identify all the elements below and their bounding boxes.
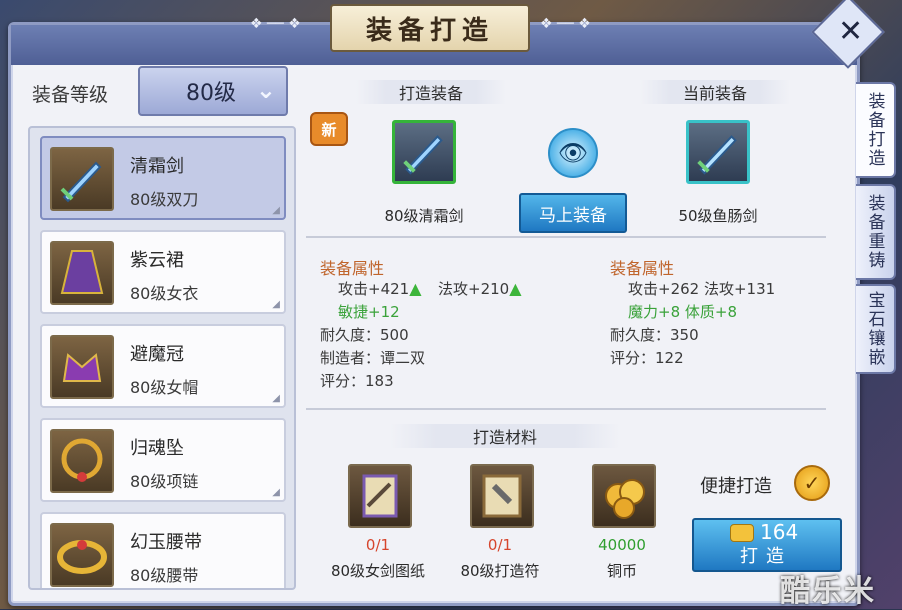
item-sub: 80级腰带 xyxy=(130,566,199,585)
quick-forge-label: 便捷打造 xyxy=(700,476,772,497)
attr-score-current: 评分：122 xyxy=(610,349,684,367)
item-name: 幻玉腰带 xyxy=(130,532,202,553)
list-item[interactable]: 幻玉腰带 80级腰带 xyxy=(40,512,286,588)
new-badge: 新 xyxy=(310,112,348,146)
attr-agility: 敏捷+12 xyxy=(338,303,400,321)
robe-icon xyxy=(50,241,114,305)
arrow-up-icon: ▲ xyxy=(409,279,422,298)
list-item[interactable]: 清霜剑 80级双刀 ◢ xyxy=(40,136,286,220)
craft-equip-name: 80级清霜剑 xyxy=(384,207,464,225)
preview-eye-button[interactable]: 👁 xyxy=(548,128,598,178)
quick-forge-checkbox[interactable]: ✓ xyxy=(794,465,830,501)
current-equip-slot[interactable] xyxy=(686,120,750,184)
material-name: 80级打造符 xyxy=(460,562,540,580)
corner-ornament: ◢ xyxy=(272,299,280,310)
window-title: 装备打造 xyxy=(330,4,530,52)
material-slot[interactable] xyxy=(348,464,412,528)
material-count: 40000 xyxy=(598,536,646,554)
forge-button-label: 打造 xyxy=(740,546,792,567)
materials-header: 打造材料 xyxy=(390,424,620,448)
list-item[interactable]: 紫云裙 80级女衣 ◢ xyxy=(40,230,286,314)
material-name: 80级女剑图纸 xyxy=(330,562,426,580)
forge-cost: 164 xyxy=(760,520,799,544)
item-sub: 80级女衣 xyxy=(130,284,199,303)
title-ornament-left: ❖ ── ❖ xyxy=(250,16,301,32)
forge-button[interactable]: 164 打造 xyxy=(692,518,842,572)
coins-icon xyxy=(605,479,645,519)
talisman-icon xyxy=(482,474,522,518)
tab-recast[interactable]: 装备重铸 xyxy=(856,184,896,280)
eye-icon: 👁 xyxy=(557,139,589,167)
current-attr-header: 装备属性 xyxy=(610,259,675,278)
sword-icon xyxy=(697,135,737,175)
craft-equip-slot[interactable] xyxy=(392,120,456,184)
item-list[interactable]: 清霜剑 80级双刀 ◢ 紫云裙 80级女衣 ◢ 避魔冠 80级女帽 ◢ 归魂坠 … xyxy=(28,126,296,590)
attr-score: 评分：183 xyxy=(320,372,394,390)
divider xyxy=(306,408,826,410)
item-name: 避魔冠 xyxy=(130,344,184,365)
item-name: 归魂坠 xyxy=(130,438,184,459)
item-sub: 80级女帽 xyxy=(130,378,199,397)
attr-durability-current: 耐久度：350 xyxy=(610,326,699,344)
crown-icon xyxy=(50,335,114,399)
item-name: 清霜剑 xyxy=(130,156,184,177)
sword-icon xyxy=(403,135,443,175)
level-value: 80级 xyxy=(186,81,236,106)
equip-now-button[interactable]: 马上装备 xyxy=(519,193,627,233)
ingot-icon xyxy=(730,524,754,542)
belt-icon xyxy=(50,523,114,587)
title-ornament-right: ❖ ── ❖ xyxy=(540,16,591,32)
tab-gem-inlay[interactable]: 宝石镶嵌 xyxy=(856,284,896,374)
attr-magic-attack: 法攻+210▲ xyxy=(438,279,522,298)
material-slot[interactable] xyxy=(592,464,656,528)
check-icon: ✓ xyxy=(803,471,821,495)
scroll-icon xyxy=(362,474,398,518)
item-sub: 80级项链 xyxy=(130,472,199,491)
craft-attr-header: 装备属性 xyxy=(320,259,385,278)
divider xyxy=(306,236,826,238)
item-sub: 80级双刀 xyxy=(130,190,199,209)
material-count: 0/1 xyxy=(365,536,391,554)
level-label: 装备等级 xyxy=(32,84,109,106)
attr-bonus-current: 魔力+8 体质+8 xyxy=(628,303,737,321)
craft-equip-header: 打造装备 xyxy=(356,80,506,104)
attr-maker: 制造者：谭二双 xyxy=(320,349,426,367)
material-name: 铜币 xyxy=(606,562,637,580)
list-item[interactable]: 归魂坠 80级项链 ◢ xyxy=(40,418,286,502)
tab-forge[interactable]: 装备打造 xyxy=(856,82,896,178)
list-item[interactable]: 避魔冠 80级女帽 ◢ xyxy=(40,324,286,408)
current-equip-header: 当前装备 xyxy=(640,80,790,104)
attr-attack: 攻击+421▲ xyxy=(338,279,422,298)
necklace-icon xyxy=(50,429,114,493)
level-select[interactable]: 80级 ⌄ xyxy=(138,66,288,116)
chevron-down-icon: ⌄ xyxy=(255,76,276,104)
close-icon[interactable]: ✕ xyxy=(838,14,863,49)
attr-attack-current: 攻击+262 法攻+131 xyxy=(628,280,776,298)
watermark-logo: 酷乐米 xyxy=(780,574,876,609)
attr-durability: 耐久度：500 xyxy=(320,326,409,344)
corner-ornament: ◢ xyxy=(272,393,280,404)
material-count: 0/1 xyxy=(487,536,513,554)
material-slot[interactable] xyxy=(470,464,534,528)
item-name: 紫云裙 xyxy=(130,250,184,271)
corner-ornament: ◢ xyxy=(272,205,280,216)
current-equip-name: 50级鱼肠剑 xyxy=(678,207,758,225)
corner-ornament: ◢ xyxy=(272,487,280,498)
sword-icon xyxy=(50,147,114,211)
arrow-up-icon: ▲ xyxy=(509,279,522,298)
